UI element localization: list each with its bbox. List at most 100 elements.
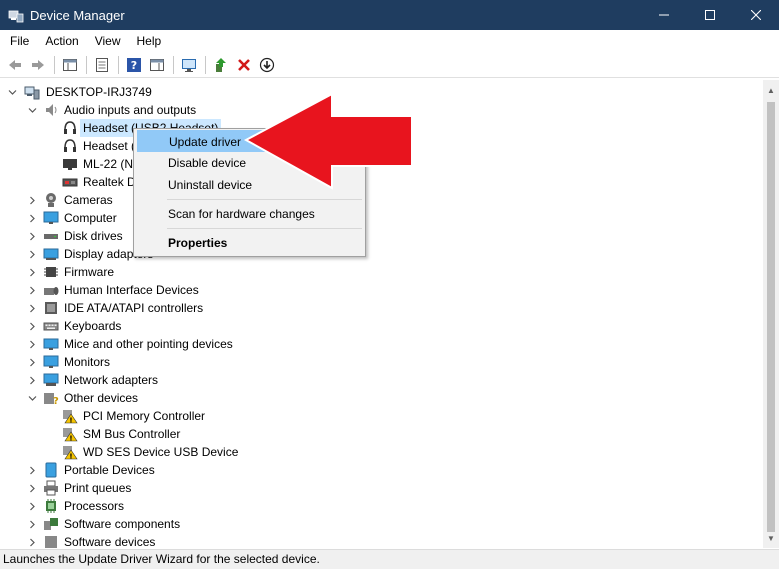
- scrollbar-thumb[interactable]: [767, 102, 775, 532]
- red-arrow-annotation: [240, 92, 415, 190]
- tree-category-label: Keyboards: [64, 319, 122, 333]
- download-icon[interactable]: [256, 54, 278, 76]
- chevron-right-icon[interactable]: [26, 371, 38, 389]
- firmware-chip-icon: [43, 264, 59, 280]
- chevron-right-icon[interactable]: [26, 461, 38, 479]
- camera-icon: [43, 192, 59, 208]
- chevron-right-icon[interactable]: [26, 245, 38, 263]
- warning-device-icon: !: [62, 426, 78, 443]
- tree-category-software-devices[interactable]: Software devices: [0, 533, 763, 548]
- chevron-right-icon[interactable]: [26, 263, 38, 281]
- chevron-down-icon[interactable]: [6, 83, 18, 101]
- warning-device-icon: !: [62, 444, 78, 461]
- tree-category-monitors[interactable]: Monitors: [0, 353, 763, 371]
- close-button[interactable]: [733, 0, 779, 30]
- help-icon[interactable]: ?: [123, 54, 145, 76]
- title-bar: Device Manager: [0, 0, 779, 30]
- chevron-right-icon[interactable]: [26, 515, 38, 533]
- scroll-up-icon[interactable]: ▲: [763, 82, 779, 98]
- svg-text:!: !: [69, 435, 72, 443]
- window-title: Device Manager: [30, 7, 125, 23]
- menu-properties[interactable]: Properties: [137, 232, 362, 254]
- tree-category-label: Software devices: [64, 535, 156, 548]
- tree-category-firmware[interactable]: Firmware: [0, 263, 763, 281]
- monitor-icon[interactable]: [178, 54, 200, 76]
- tree-category-cameras[interactable]: Cameras: [0, 191, 763, 209]
- svg-text:?: ?: [53, 396, 59, 406]
- mouse-icon: [43, 336, 59, 352]
- menu-view[interactable]: View: [87, 30, 129, 52]
- chevron-right-icon[interactable]: [26, 191, 38, 209]
- action-pane-icon[interactable]: [146, 54, 168, 76]
- chevron-right-icon[interactable]: [26, 227, 38, 245]
- menu-file[interactable]: File: [2, 30, 37, 52]
- chevron-right-icon[interactable]: [26, 209, 38, 227]
- chevron-down-icon[interactable]: [26, 101, 38, 119]
- network-adapter-icon: [43, 372, 59, 388]
- printer-icon: [43, 480, 59, 496]
- processor-icon: [43, 498, 59, 514]
- menu-bar: File Action View Help: [0, 30, 779, 52]
- vertical-scrollbar[interactable]: ▲ ▼: [763, 80, 779, 548]
- tree-category-label: Firmware: [64, 265, 114, 279]
- tree-category-processors[interactable]: Processors: [0, 497, 763, 515]
- tree-device-sm-bus[interactable]: ! SM Bus Controller: [0, 425, 763, 443]
- tree-category-computer[interactable]: Computer: [0, 209, 763, 227]
- uninstall-icon[interactable]: [233, 54, 255, 76]
- tree-category-software-components[interactable]: Software components: [0, 515, 763, 533]
- menu-help[interactable]: Help: [129, 30, 170, 52]
- tree-category-label: Human Interface Devices: [64, 283, 199, 297]
- tree-category-network-adapters[interactable]: Network adapters: [0, 371, 763, 389]
- computer-icon: [43, 210, 59, 226]
- tree-device-label: PCI Memory Controller: [83, 409, 206, 423]
- chevron-right-icon[interactable]: [26, 353, 38, 371]
- tree-category-ide[interactable]: IDE ATA/ATAPI controllers: [0, 299, 763, 317]
- tree-device-label: Realtek D: [83, 175, 136, 189]
- ide-controller-icon: [43, 300, 59, 316]
- menu-separator: [167, 228, 362, 229]
- tree-category-keyboards[interactable]: Keyboards: [0, 317, 763, 335]
- properties-icon[interactable]: [91, 54, 113, 76]
- chevron-right-icon[interactable]: [26, 335, 38, 353]
- maximize-button[interactable]: [687, 0, 733, 30]
- computer-icon: [24, 84, 40, 100]
- tree-category-other-devices[interactable]: ? Other devices: [0, 389, 763, 407]
- speaker-icon: [43, 102, 59, 118]
- chevron-right-icon[interactable]: [26, 281, 38, 299]
- tree-category-display-adapters[interactable]: Display adapters: [0, 245, 763, 263]
- tree-category-mice[interactable]: Mice and other pointing devices: [0, 335, 763, 353]
- chevron-right-icon[interactable]: [26, 299, 38, 317]
- tree-category-portable-devices[interactable]: Portable Devices: [0, 461, 763, 479]
- toolbar-separator: [54, 55, 55, 74]
- tree-category-label: Software components: [64, 517, 181, 531]
- menu-scan-hardware[interactable]: Scan for hardware changes: [137, 203, 362, 225]
- disk-drive-icon: [43, 228, 59, 244]
- menu-action[interactable]: Action: [37, 30, 86, 52]
- tree-device-pci-memory[interactable]: ! PCI Memory Controller: [0, 407, 763, 425]
- tree-device-wd-ses[interactable]: ! WD SES Device USB Device: [0, 443, 763, 461]
- device-manager-icon: [8, 7, 24, 23]
- scroll-down-icon[interactable]: ▼: [763, 530, 779, 546]
- forward-icon[interactable]: [27, 54, 49, 76]
- toolbar-separator: [86, 55, 87, 74]
- portable-device-icon: [43, 462, 59, 478]
- unknown-device-icon: ?: [43, 390, 59, 407]
- tree-category-hid[interactable]: Human Interface Devices: [0, 281, 763, 299]
- headset-icon: [62, 138, 78, 154]
- console-tree-icon[interactable]: [59, 54, 81, 76]
- chevron-right-icon[interactable]: [26, 479, 38, 497]
- tree-category-print-queues[interactable]: Print queues: [0, 479, 763, 497]
- tree-category-disk-drives[interactable]: Disk drives: [0, 227, 763, 245]
- chevron-right-icon[interactable]: [26, 317, 38, 335]
- update-driver-icon[interactable]: [210, 54, 232, 76]
- back-icon[interactable]: [4, 54, 26, 76]
- headset-icon: [62, 120, 78, 136]
- toolbar-separator: [118, 55, 119, 74]
- tree-device-label: SM Bus Controller: [83, 427, 181, 441]
- chevron-right-icon[interactable]: [26, 533, 38, 548]
- minimize-button[interactable]: [641, 0, 687, 30]
- chevron-down-icon[interactable]: [26, 389, 38, 407]
- chevron-right-icon[interactable]: [26, 497, 38, 515]
- tree-category-label: Audio inputs and outputs: [64, 103, 197, 117]
- hid-icon: [43, 282, 59, 298]
